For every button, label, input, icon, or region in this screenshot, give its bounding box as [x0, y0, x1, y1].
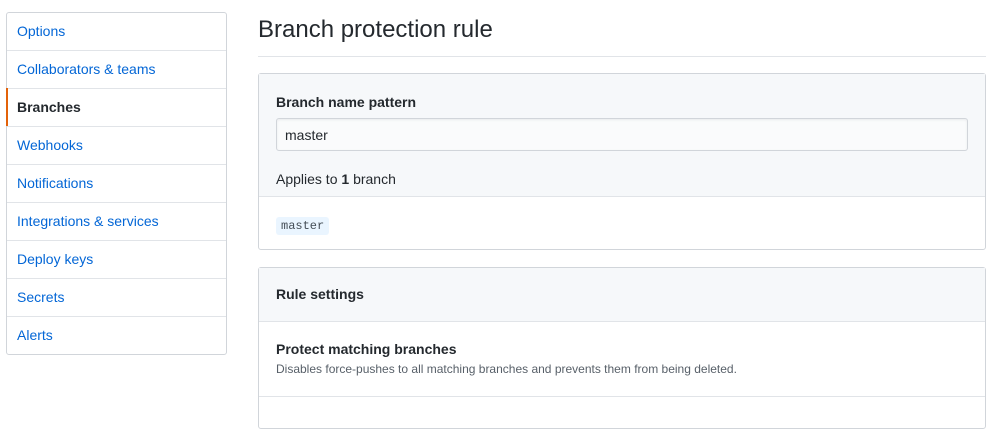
- page-title: Branch protection rule: [258, 16, 493, 43]
- applies-count: 1: [341, 171, 350, 187]
- matched-branch-chip: master: [276, 217, 330, 235]
- sidebar-item-integrations-services[interactable]: Integrations & services: [7, 202, 226, 240]
- sidebar-item-deploy-keys[interactable]: Deploy keys: [7, 240, 226, 278]
- rule-description: Disables force-pushes to all matching br…: [276, 362, 737, 376]
- branch-pattern-input[interactable]: [276, 118, 968, 151]
- branch-pattern-header: Branch name pattern Applies to 1 branch: [259, 74, 985, 197]
- rule-title: Protect matching branches: [276, 341, 457, 357]
- sidebar-item-webhooks[interactable]: Webhooks: [7, 126, 226, 164]
- title-divider: [258, 56, 986, 57]
- sidebar-item-notifications[interactable]: Notifications: [7, 164, 226, 202]
- branch-pattern-box: Branch name pattern Applies to 1 branch …: [258, 73, 986, 250]
- sidebar-item-options[interactable]: Options: [7, 13, 226, 50]
- applies-prefix: Applies to: [276, 171, 338, 187]
- applies-suffix: branch: [353, 171, 396, 187]
- sidebar-item-branches[interactable]: Branches: [6, 88, 226, 126]
- sidebar-item-collaborators-teams[interactable]: Collaborators & teams: [7, 50, 226, 88]
- branch-pattern-label: Branch name pattern: [276, 94, 417, 110]
- sidebar-item-alerts[interactable]: Alerts: [7, 316, 226, 354]
- sidebar-item-secrets[interactable]: Secrets: [7, 278, 226, 316]
- applies-to-text: Applies to 1 branch: [276, 171, 396, 187]
- settings-sidebar: Options Collaborators & teams Branches W…: [6, 12, 227, 355]
- rule-protect-matching-branches: Protect matching branches Disables force…: [259, 322, 985, 397]
- rule-settings-header: Rule settings: [259, 268, 985, 322]
- rule-settings-box: Rule settings Protect matching branches …: [258, 267, 986, 429]
